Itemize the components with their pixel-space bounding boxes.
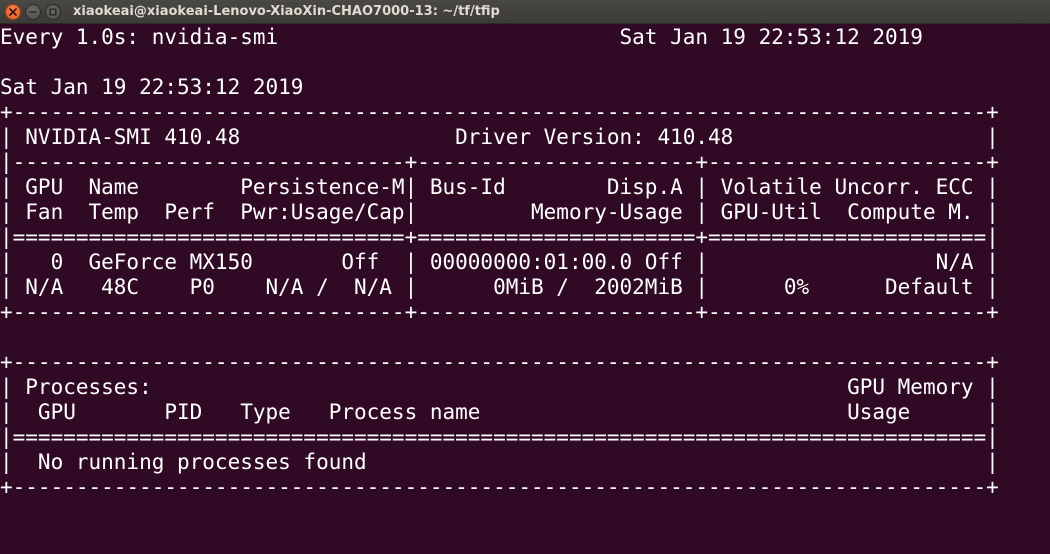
- terminal-line: Every 1.0s: nvidia-smi Sat Jan 19 22:53:…: [0, 25, 923, 49]
- terminal-line: Sat Jan 19 22:53:12 2019: [0, 75, 304, 99]
- terminal-line: | GPU PID Type Process name Usage |: [0, 400, 999, 424]
- close-button[interactable]: [5, 3, 21, 20]
- maximize-icon: [49, 8, 57, 15]
- minimize-icon: [29, 10, 37, 13]
- terminal-line: |===============================+=======…: [0, 225, 999, 249]
- terminal-line: |-------------------------------+-------…: [0, 150, 999, 174]
- terminal-line: | Fan Temp Perf Pwr:Usage/Cap| Memory-Us…: [0, 200, 999, 224]
- terminal-line: | No running processes found |: [0, 450, 999, 474]
- terminal-line: | 0 GeForce MX150 Off | 00000000:01:00.0…: [0, 250, 999, 274]
- maximize-button[interactable]: [45, 3, 61, 20]
- terminal-line: +---------------------------------------…: [0, 100, 999, 124]
- minimize-button[interactable]: [25, 3, 41, 20]
- terminal-output-area[interactable]: Every 1.0s: nvidia-smi Sat Jan 19 22:53:…: [0, 24, 1050, 554]
- terminal-line: | N/A 48C P0 N/A / N/A | 0MiB / 2002MiB …: [0, 275, 999, 299]
- title-bar[interactable]: xiaokeai@xiaokeai-Lenovo-XiaoXin-CHAO700…: [0, 0, 1050, 24]
- terminal-window: xiaokeai@xiaokeai-Lenovo-XiaoXin-CHAO700…: [0, 0, 1050, 554]
- terminal-line: +---------------------------------------…: [0, 350, 999, 374]
- terminal-line: |=======================================…: [0, 425, 999, 449]
- terminal-line: +---------------------------------------…: [0, 475, 999, 499]
- terminal-line: | GPU Name Persistence-M| Bus-Id Disp.A …: [0, 175, 999, 199]
- window-title: xiaokeai@xiaokeai-Lenovo-XiaoXin-CHAO700…: [73, 4, 500, 19]
- terminal-text: Every 1.0s: nvidia-smi Sat Jan 19 22:53:…: [0, 25, 999, 500]
- terminal-line: | NVIDIA-SMI 410.48 Driver Version: 410.…: [0, 125, 999, 149]
- terminal-line: +-------------------------------+-------…: [0, 300, 999, 324]
- terminal-line: | Processes: GPU Memory |: [0, 375, 999, 399]
- close-icon: [9, 7, 17, 16]
